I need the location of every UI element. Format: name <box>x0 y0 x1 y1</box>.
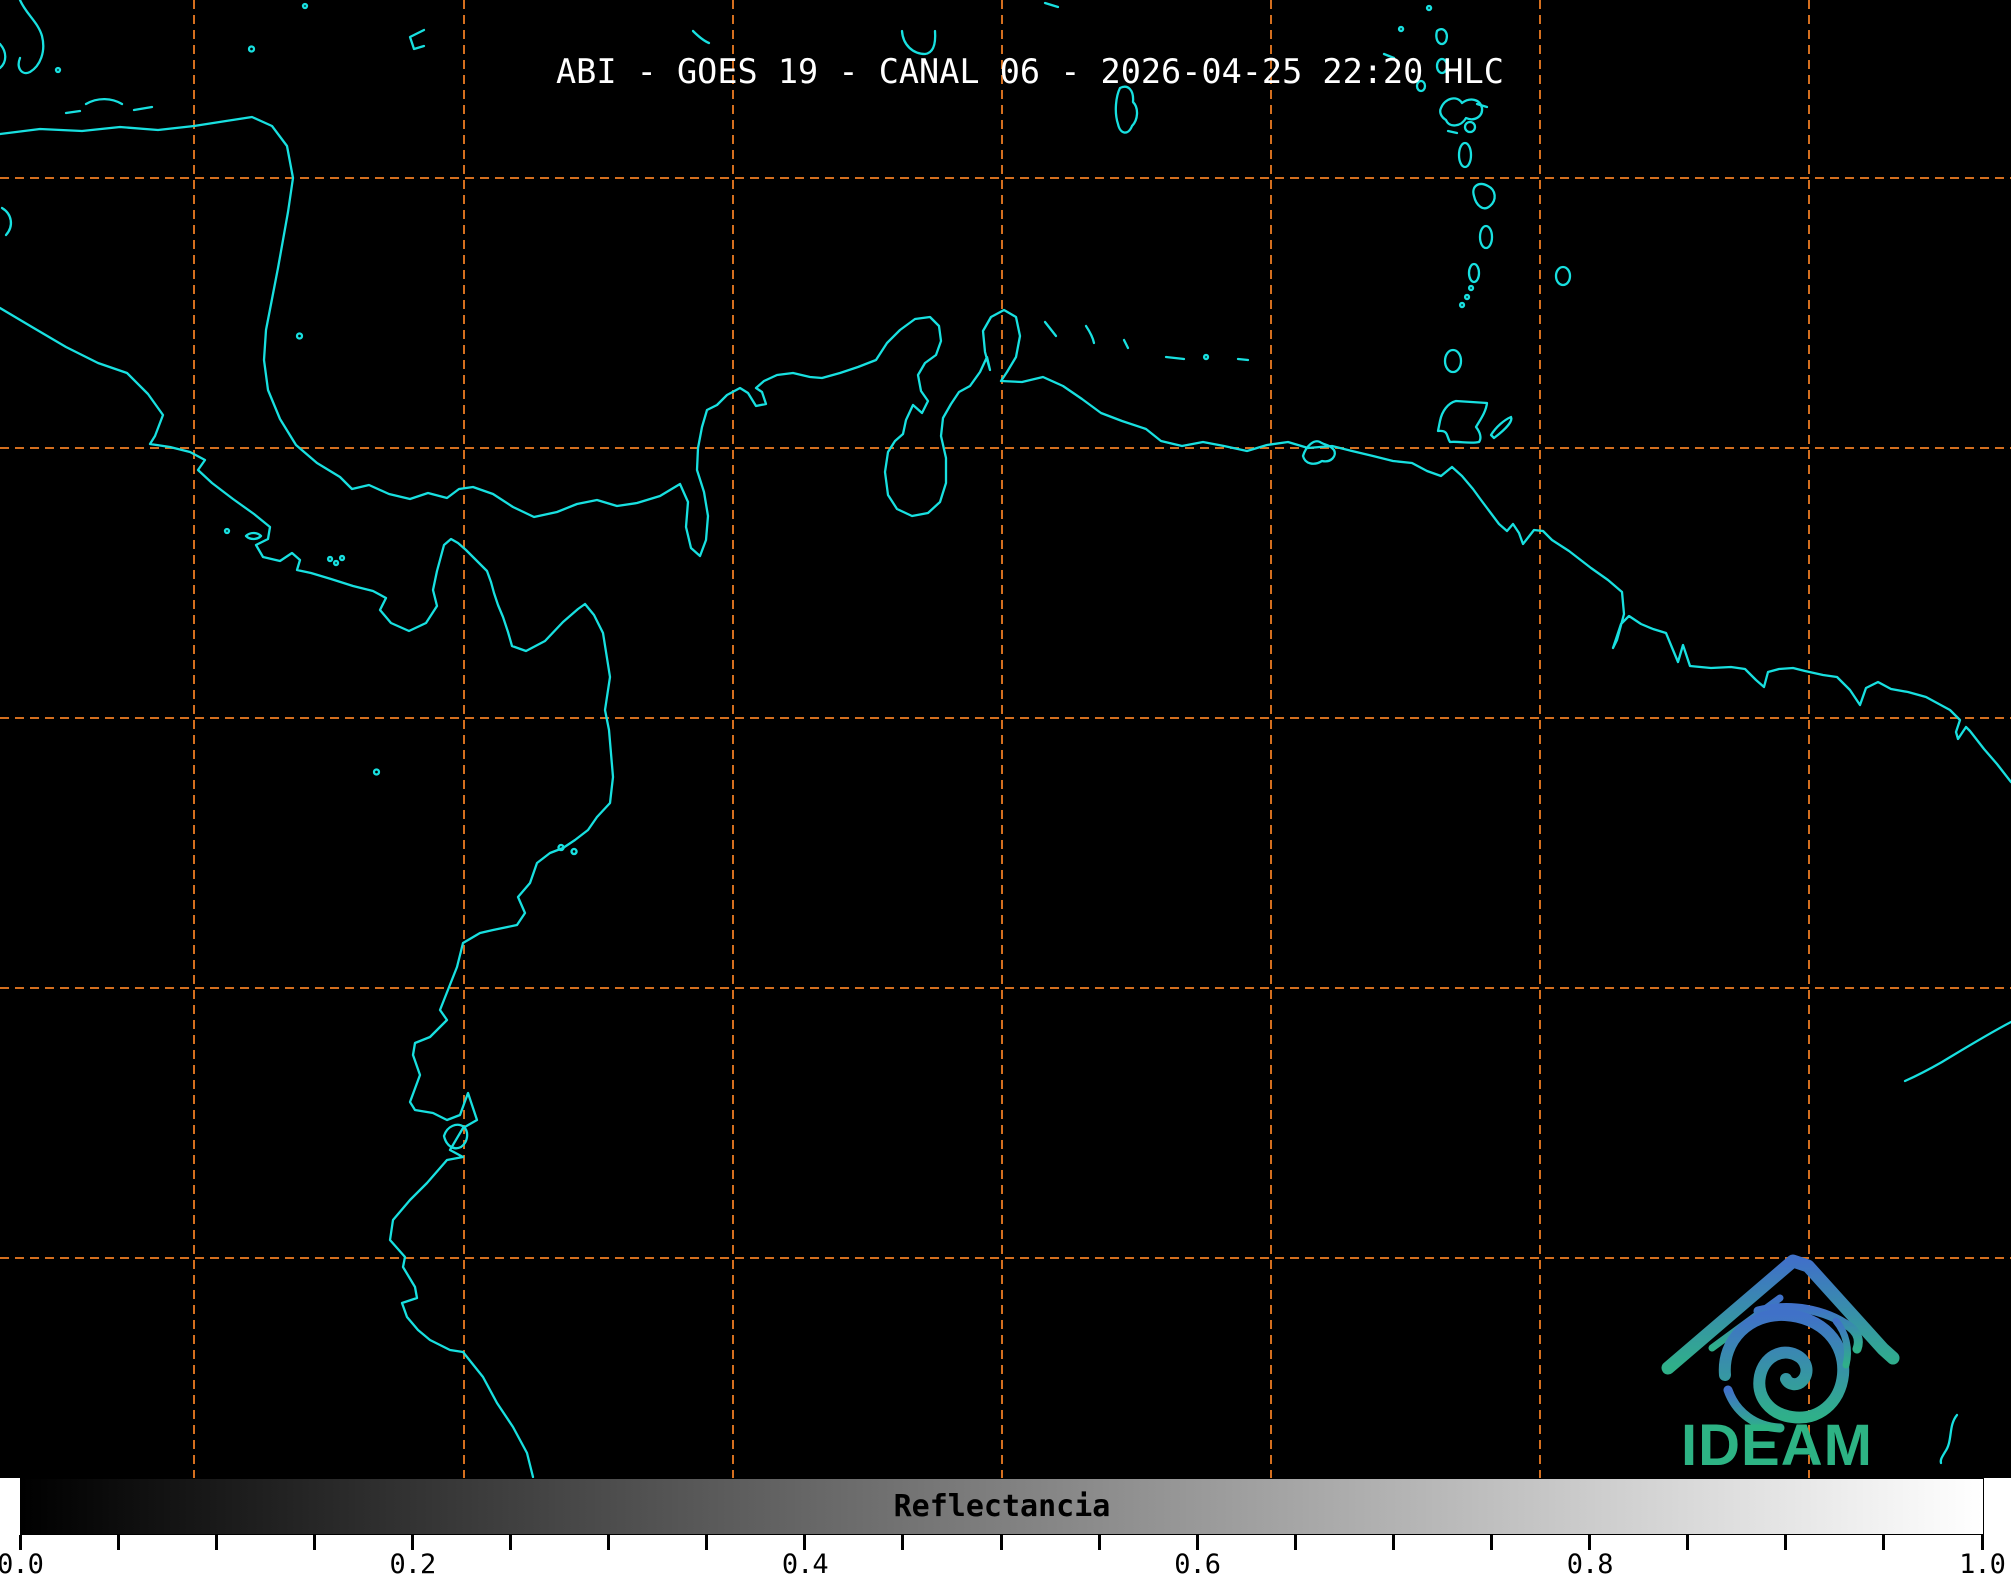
colorbar-tick-label: 0.8 <box>1566 1549 1614 1577</box>
coastline-tobago <box>1489 415 1513 440</box>
coastline-dominica <box>1457 141 1473 169</box>
colorbar-minor-tick <box>1784 1535 1788 1550</box>
colorbar-minor-tick <box>214 1535 218 1550</box>
colorbar-minor-tick <box>705 1535 709 1550</box>
colorbar-minor-tick <box>1490 1535 1493 1550</box>
coastline-pearl-islands <box>326 554 346 567</box>
coastline-top-dash <box>1043 1 1060 9</box>
colorbar-major-tick <box>1980 1535 1984 1550</box>
colorbar-tick-label: 0.6 <box>1174 1549 1221 1577</box>
coastline-guadeloupe-dash <box>1475 102 1489 109</box>
map-title: ABI - GOES 19 - CANAL 06 - 2026-04-25 22… <box>556 52 1504 91</box>
colorbar-minor-tick <box>901 1535 905 1550</box>
coastline-pacific-coast <box>0 306 615 1478</box>
coastline-left-edge-fragment-b <box>0 206 13 237</box>
ideam-logo: IDEAM <box>1661 1254 1900 1478</box>
colorbar-major-tick <box>410 1535 414 1550</box>
colorbar-minor-tick <box>509 1535 512 1550</box>
colorbar-tick-label: 0.0 <box>0 1549 44 1577</box>
colorbar-minor-tick <box>312 1535 316 1550</box>
coastline-barbados <box>1554 265 1572 287</box>
coastline-corn-island <box>295 332 304 340</box>
coastline-st-lucia <box>1478 224 1494 250</box>
colorbar-minor-tick <box>1293 1535 1297 1550</box>
coastline-left-edge-fragment-a <box>0 42 7 70</box>
colorbar-major-tick <box>18 1535 22 1550</box>
coastline-malpelo <box>372 768 381 776</box>
colorbar-axis: 0.0 0.2 0.4 0.6 0.8 1.0 <box>0 1535 2011 1577</box>
coastline-les-saintes-dash <box>1446 129 1459 135</box>
coastline-haiti-tiburon-arc <box>900 29 937 56</box>
coastline-grenadines <box>1458 284 1475 309</box>
coastline-curacao <box>1084 324 1096 345</box>
coastline-island-top-center <box>1114 85 1139 134</box>
colorbar-major-tick <box>1195 1535 1199 1550</box>
coastline-grenada <box>1443 348 1463 374</box>
reflectance-colorbar: Reflectancia <box>20 1478 1984 1535</box>
colorbar-major-tick <box>1588 1535 1592 1550</box>
coastline-providencia <box>247 45 256 53</box>
coastline-aruba <box>1043 320 1058 338</box>
colorbar-major-tick <box>803 1535 807 1550</box>
coastline-guadeloupe <box>1439 97 1484 127</box>
satellite-map: ABI - GOES 19 - CANAL 06 - 2026-04-25 22… <box>0 0 2011 1478</box>
coastline-jamaica-east-tip <box>408 28 426 51</box>
coastline-brazil-northeast-coast <box>1903 1020 2011 1083</box>
satellite-viewer: ABI - GOES 19 - CANAL 06 - 2026-04-25 22… <box>0 0 2011 1577</box>
colorbar-minor-tick <box>999 1535 1003 1550</box>
coastline-top-fragment <box>691 29 711 45</box>
ideam-logo-text: IDEAM <box>1681 1413 1873 1478</box>
ideam-logo-mountain-swirl <box>1661 1254 1900 1433</box>
colorbar-minor-tick <box>116 1535 120 1550</box>
coastline-bonaire <box>1122 338 1130 350</box>
colorbar-minor-tick <box>1097 1535 1101 1550</box>
coastline-marie-galante <box>1463 120 1477 134</box>
coastline-top-dot <box>301 2 309 10</box>
coastline-jamaica-west-fragment <box>17 0 45 75</box>
coastline-st-vincent <box>1467 262 1481 284</box>
colorbar-label: Reflectancia <box>893 1489 1111 1524</box>
coastline-small-cay-dot <box>54 66 62 74</box>
coastline-bay-islands <box>64 97 154 115</box>
coastline-trinidad <box>1436 399 1489 444</box>
coastline-caribbean-mainland-coast <box>0 115 2011 784</box>
coastline-venezuelan-islets <box>1164 353 1250 362</box>
colorbar-tick-label: 1.0 <box>1959 1549 2006 1577</box>
coastline-martinique <box>1472 182 1496 210</box>
colorbar-minor-tick <box>607 1535 611 1550</box>
coastline-margarita <box>1301 440 1336 465</box>
coastline-coiba <box>223 527 263 541</box>
coastline-colombia-islets <box>557 843 578 856</box>
colorbar-tick-label: 0.2 <box>389 1549 437 1577</box>
colorbar-minor-tick <box>1391 1535 1395 1550</box>
colorbar-minor-tick <box>1686 1535 1690 1550</box>
colorbar-minor-tick <box>1882 1535 1886 1550</box>
colorbar-tick-label: 0.4 <box>781 1549 829 1577</box>
coastline-antilles-top-specks <box>1382 4 1433 60</box>
coastline-antilles-north-a <box>1435 28 1448 46</box>
